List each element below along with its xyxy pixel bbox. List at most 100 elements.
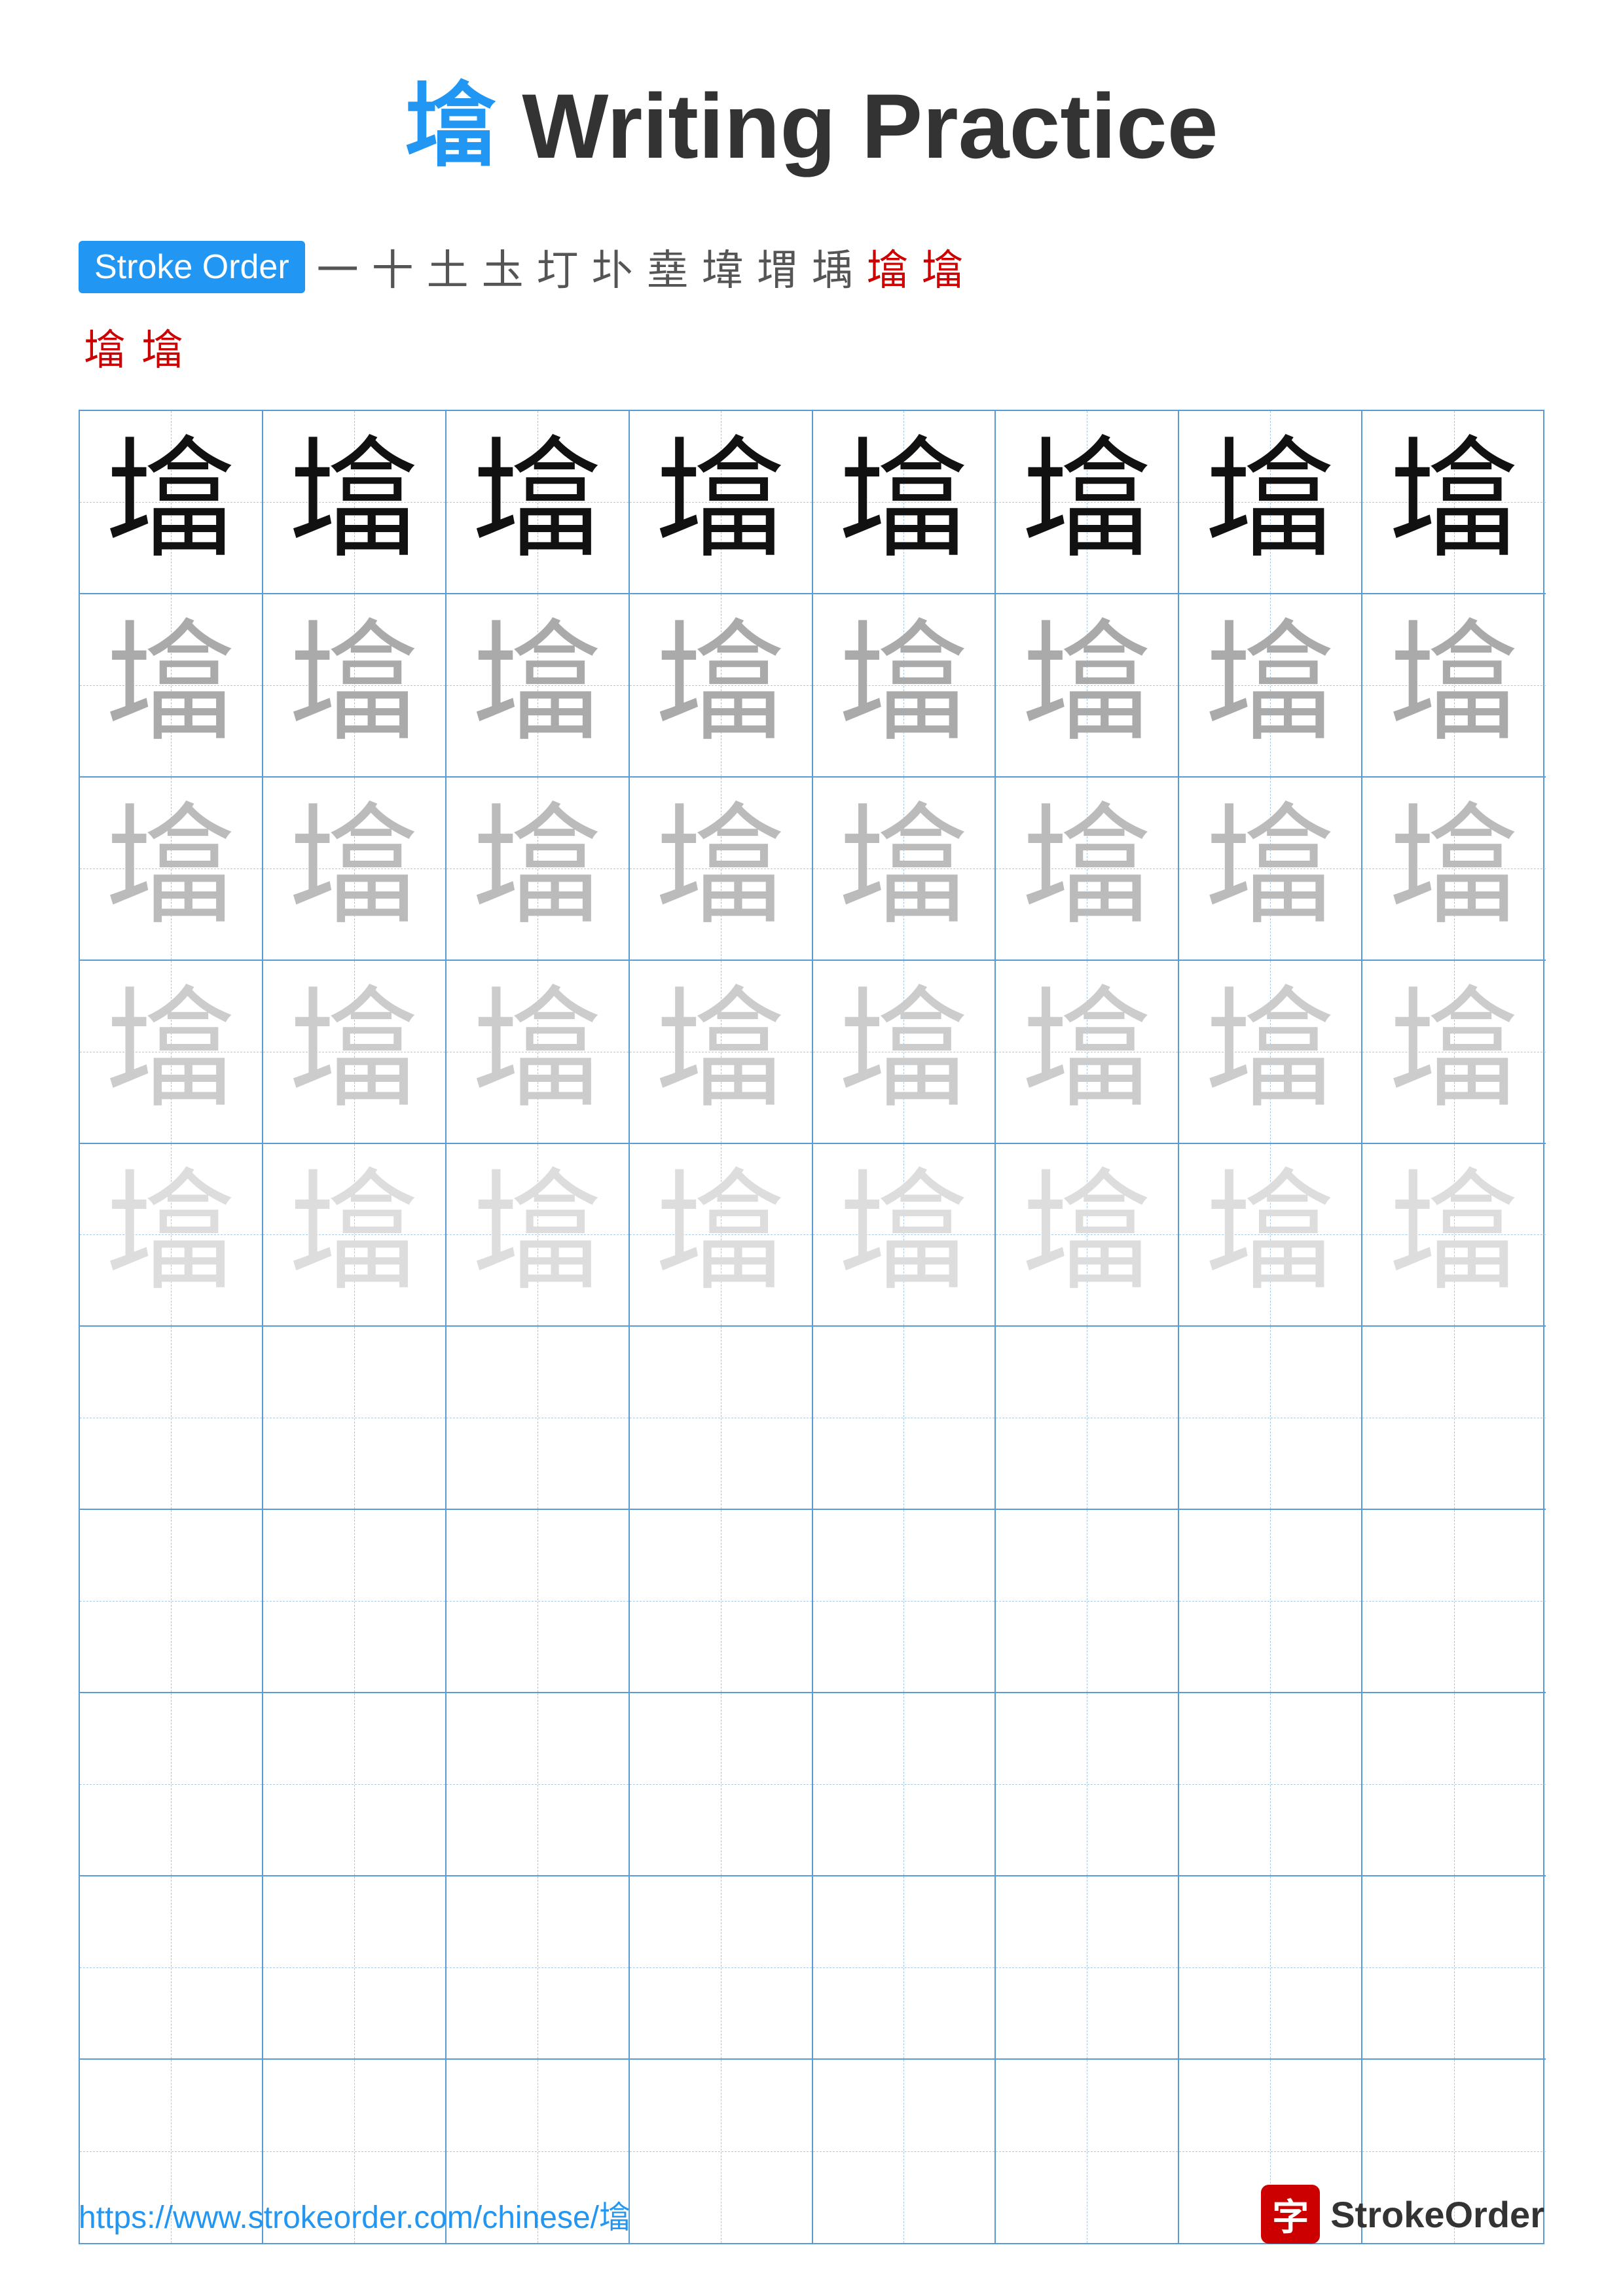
brand-icon: 字 <box>1261 2185 1320 2244</box>
grid-cell: 墖 <box>80 1144 263 1327</box>
cell-character: 墖 <box>1389 437 1520 567</box>
grid-cell: 墖 <box>447 1144 630 1327</box>
cell-character: 墖 <box>1389 620 1520 751</box>
grid-cell <box>447 1876 630 2060</box>
grid-cell <box>80 1693 263 1876</box>
grid-row: 墖墖墖墖墖墖墖墖 <box>80 594 1543 778</box>
stroke-1: 一 <box>317 237 359 297</box>
cell-character: 墖 <box>1021 986 1152 1117</box>
practice-grid: 墖墖墖墖墖墖墖墖墖墖墖墖墖墖墖墖墖墖墖墖墖墖墖墖墖墖墖墖墖墖墖墖墖墖墖墖墖墖墖墖 <box>79 410 1544 2244</box>
cell-character: 墖 <box>838 620 969 751</box>
grid-cell: 墖 <box>813 411 996 594</box>
grid-cell: 墖 <box>813 1144 996 1327</box>
grid-cell: 墖 <box>263 1144 447 1327</box>
cell-character: 墖 <box>289 986 420 1117</box>
grid-row: 墖墖墖墖墖墖墖墖 <box>80 778 1543 961</box>
grid-cell: 墖 <box>263 961 447 1144</box>
grid-row: 墖墖墖墖墖墖墖墖 <box>80 1144 1543 1327</box>
cell-character: 墖 <box>472 1169 603 1300</box>
cell-character: 墖 <box>1205 437 1336 567</box>
stroke-order-row: Stroke Order 一 十 土 圡 圢 圤 㙓 㙔 㙕 㙖 墖 墖 <box>79 237 1544 297</box>
stroke-6: 圤 <box>592 237 634 297</box>
grid-cell: 墖 <box>1362 778 1546 961</box>
stroke-extra-1: 墖 <box>84 317 126 377</box>
grid-cell: 墖 <box>996 1144 1179 1327</box>
brand-name: StrokeOrder <box>1330 2193 1544 2236</box>
cell-character: 墖 <box>1389 986 1520 1117</box>
grid-cell: 墖 <box>996 961 1179 1144</box>
grid-cell <box>1362 1693 1546 1876</box>
grid-cell: 墖 <box>1179 961 1362 1144</box>
cell-character: 墖 <box>1205 986 1336 1117</box>
cell-character: 墖 <box>472 986 603 1117</box>
grid-cell: 墖 <box>813 594 996 778</box>
title-suffix: Writing Practice <box>496 75 1218 177</box>
grid-cell: 墖 <box>1362 1144 1546 1327</box>
grid-cell <box>80 1510 263 1693</box>
stroke-7: 㙓 <box>647 237 689 297</box>
cell-character: 墖 <box>655 986 786 1117</box>
cell-character: 墖 <box>655 620 786 751</box>
grid-cell <box>263 1327 447 1510</box>
grid-cell: 墖 <box>1362 411 1546 594</box>
stroke-9: 㙕 <box>757 237 799 297</box>
cell-character: 墖 <box>655 803 786 934</box>
stroke-order-chars: 一 十 土 圡 圢 圤 㙓 㙔 㙕 㙖 墖 墖 <box>312 237 969 297</box>
cell-character: 墖 <box>1021 620 1152 751</box>
stroke-5: 圢 <box>537 237 579 297</box>
grid-cell: 墖 <box>1179 778 1362 961</box>
grid-cell <box>1362 1510 1546 1693</box>
cell-character: 墖 <box>655 1169 786 1300</box>
cell-character: 墖 <box>105 620 236 751</box>
cell-character: 墖 <box>1389 803 1520 934</box>
cell-character: 墖 <box>1205 1169 1336 1300</box>
stroke-extra-2: 墖 <box>141 317 183 377</box>
grid-cell <box>263 1693 447 1876</box>
cell-character: 墖 <box>838 1169 969 1300</box>
grid-cell <box>447 1510 630 1693</box>
title-char: 墖 <box>405 75 496 177</box>
grid-cell: 墖 <box>630 411 813 594</box>
grid-cell: 墖 <box>630 778 813 961</box>
cell-character: 墖 <box>472 437 603 567</box>
stroke-12: 墖 <box>922 237 964 297</box>
grid-cell <box>447 1327 630 1510</box>
cell-character: 墖 <box>289 803 420 934</box>
stroke-4: 圡 <box>482 237 524 297</box>
grid-cell <box>1362 1327 1546 1510</box>
grid-cell: 墖 <box>263 594 447 778</box>
cell-character: 墖 <box>1205 620 1336 751</box>
grid-cell: 墖 <box>80 961 263 1144</box>
stroke-row-2: 墖 墖 <box>79 317 1544 377</box>
grid-cell: 墖 <box>80 594 263 778</box>
stroke-11: 墖 <box>867 237 909 297</box>
grid-row: 墖墖墖墖墖墖墖墖 <box>80 411 1543 594</box>
grid-cell <box>813 1693 996 1876</box>
cell-character: 墖 <box>289 1169 420 1300</box>
grid-cell <box>630 1327 813 1510</box>
grid-cell <box>1179 1876 1362 2060</box>
footer-brand: 字 StrokeOrder <box>1261 2185 1544 2244</box>
cell-character: 墖 <box>105 1169 236 1300</box>
grid-cell <box>1179 1693 1362 1876</box>
grid-row <box>80 1693 1543 1876</box>
grid-row <box>80 1876 1543 2060</box>
cell-character: 墖 <box>289 620 420 751</box>
stroke-10: 㙖 <box>812 237 854 297</box>
cell-character: 墖 <box>838 986 969 1117</box>
grid-cell: 墖 <box>447 778 630 961</box>
grid-cell: 墖 <box>630 594 813 778</box>
grid-cell <box>447 1693 630 1876</box>
cell-character: 墖 <box>1021 1169 1152 1300</box>
grid-cell <box>996 1876 1179 2060</box>
cell-character: 墖 <box>838 437 969 567</box>
grid-cell: 墖 <box>1362 961 1546 1144</box>
grid-cell <box>813 1327 996 1510</box>
cell-character: 墖 <box>105 986 236 1117</box>
grid-cell <box>1179 1510 1362 1693</box>
grid-cell: 墖 <box>996 411 1179 594</box>
grid-cell: 墖 <box>996 594 1179 778</box>
cell-character: 墖 <box>1021 803 1152 934</box>
cell-character: 墖 <box>838 803 969 934</box>
grid-cell: 墖 <box>447 961 630 1144</box>
